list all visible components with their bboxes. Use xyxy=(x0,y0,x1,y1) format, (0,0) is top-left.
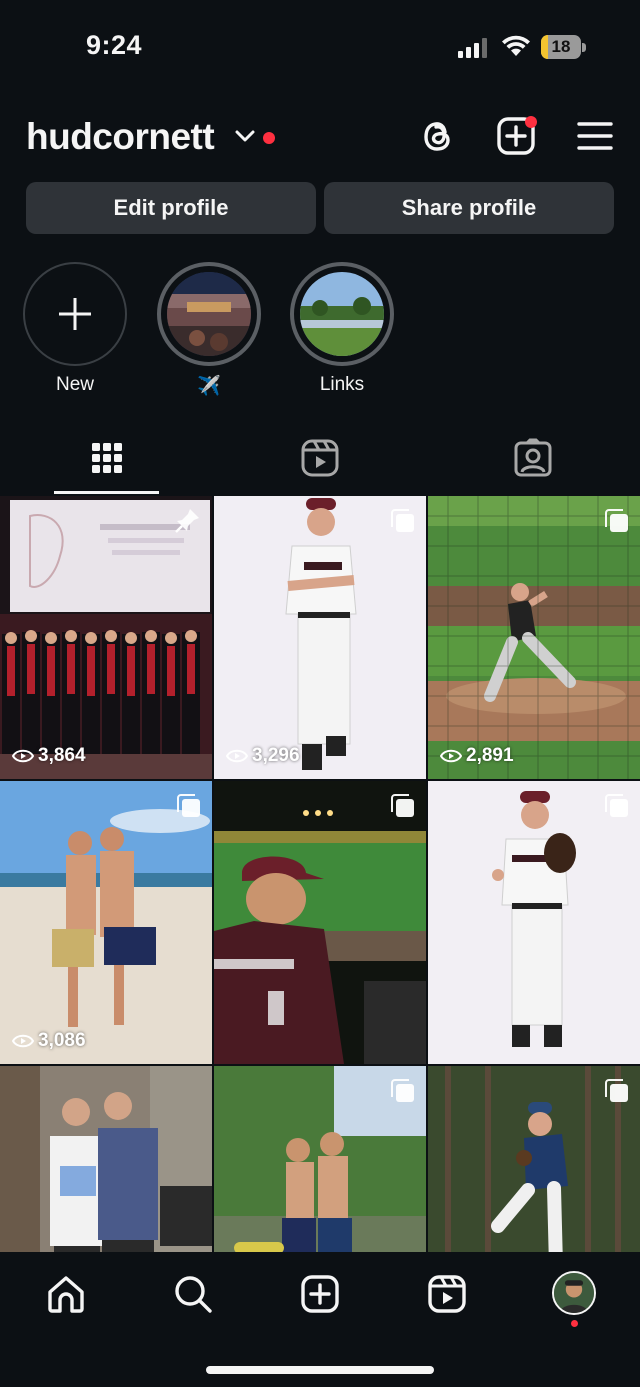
play-views-icon xyxy=(12,1034,34,1048)
tagged-icon[interactable] xyxy=(513,438,553,478)
profile-tabs xyxy=(0,430,640,494)
bottom-navigation xyxy=(0,1254,640,1387)
profile-header: hudcornett xyxy=(0,104,640,170)
post-tile[interactable] xyxy=(428,781,640,1064)
lake-photo xyxy=(300,272,384,356)
plus-icon xyxy=(59,298,91,330)
carousel-icon xyxy=(391,509,414,532)
pitching-photo xyxy=(428,496,640,779)
porch-photo xyxy=(0,1066,212,1252)
view-count: 3,864 xyxy=(12,745,86,767)
notification-dot xyxy=(263,132,275,144)
highlight-label: New xyxy=(55,374,94,395)
graduation-photo xyxy=(0,496,212,779)
home-indicator[interactable] xyxy=(206,1366,434,1374)
status-bar: 9:24 18 xyxy=(0,0,640,96)
view-count-text: 2,891 xyxy=(466,745,514,766)
player-portrait-photo xyxy=(214,496,426,779)
highlight-new[interactable]: New xyxy=(22,262,128,396)
cellular-signal-icon xyxy=(458,38,487,58)
carousel-icon xyxy=(605,1079,628,1102)
grid-icon[interactable] xyxy=(87,438,127,478)
threads-icon[interactable] xyxy=(418,116,458,156)
highlight-ring xyxy=(157,262,261,366)
carousel-icon xyxy=(605,509,628,532)
posts-grid: 3,864 3,296 2,891 3,086 xyxy=(0,496,640,1252)
highlight-label: Links xyxy=(319,374,365,395)
battery-icon: 18 xyxy=(541,35,587,59)
play-views-icon xyxy=(440,749,462,763)
active-tab-indicator xyxy=(54,491,159,494)
post-tile[interactable] xyxy=(214,781,426,1064)
carousel-icon xyxy=(391,794,414,817)
carousel-icon xyxy=(177,794,200,817)
post-tile[interactable] xyxy=(428,1066,640,1252)
post-tile[interactable]: 3,086 xyxy=(0,781,212,1064)
home-icon[interactable] xyxy=(46,1274,86,1314)
carousel-icon xyxy=(391,1079,414,1102)
battery-percent: 18 xyxy=(551,37,571,56)
view-count-text: 3,864 xyxy=(38,745,86,766)
post-tile[interactable] xyxy=(214,1066,426,1252)
beach-photo xyxy=(0,781,212,1064)
view-count: 2,891 xyxy=(440,745,514,767)
username-switcher[interactable]: hudcornett xyxy=(26,116,215,158)
share-profile-button[interactable]: Share profile xyxy=(324,182,614,234)
post-tile[interactable]: 3,296 xyxy=(214,496,426,779)
post-tile[interactable]: 3,864 xyxy=(0,496,212,779)
reels-nav-icon[interactable] xyxy=(427,1274,467,1314)
create-notification-dot xyxy=(525,116,537,128)
profile-notification-dot xyxy=(571,1320,578,1327)
pin-icon xyxy=(175,509,199,533)
highlight-ring xyxy=(23,262,127,366)
wifi-icon xyxy=(502,35,530,56)
highlight-links[interactable]: Links xyxy=(289,262,395,396)
post-tile[interactable] xyxy=(0,1066,212,1252)
view-count: 3,086 xyxy=(12,1030,86,1052)
play-views-icon xyxy=(226,749,248,763)
highlight-ring xyxy=(290,262,394,366)
chevron-down-icon[interactable] xyxy=(234,128,256,144)
view-count: 3,296 xyxy=(226,745,300,767)
carousel-icon xyxy=(605,794,628,817)
reels-icon[interactable] xyxy=(300,438,340,478)
view-count-text: 3,296 xyxy=(252,745,300,766)
menu-icon[interactable] xyxy=(576,116,616,156)
player-glove-photo xyxy=(428,781,640,1064)
play-views-icon xyxy=(12,749,34,763)
highlight-label: ✈️ xyxy=(197,376,221,397)
dugout-photo xyxy=(214,781,426,1064)
arena-photo xyxy=(167,272,251,356)
status-time: 9:24 xyxy=(86,30,143,60)
view-count-text: 3,086 xyxy=(38,1030,86,1051)
search-icon[interactable] xyxy=(173,1274,213,1314)
create-icon[interactable] xyxy=(300,1274,340,1314)
profile-avatar[interactable] xyxy=(552,1271,596,1315)
post-tile[interactable]: 2,891 xyxy=(428,496,640,779)
edit-profile-button[interactable]: Edit profile xyxy=(26,182,316,234)
highlight-travel[interactable]: ✈️ xyxy=(156,262,262,398)
